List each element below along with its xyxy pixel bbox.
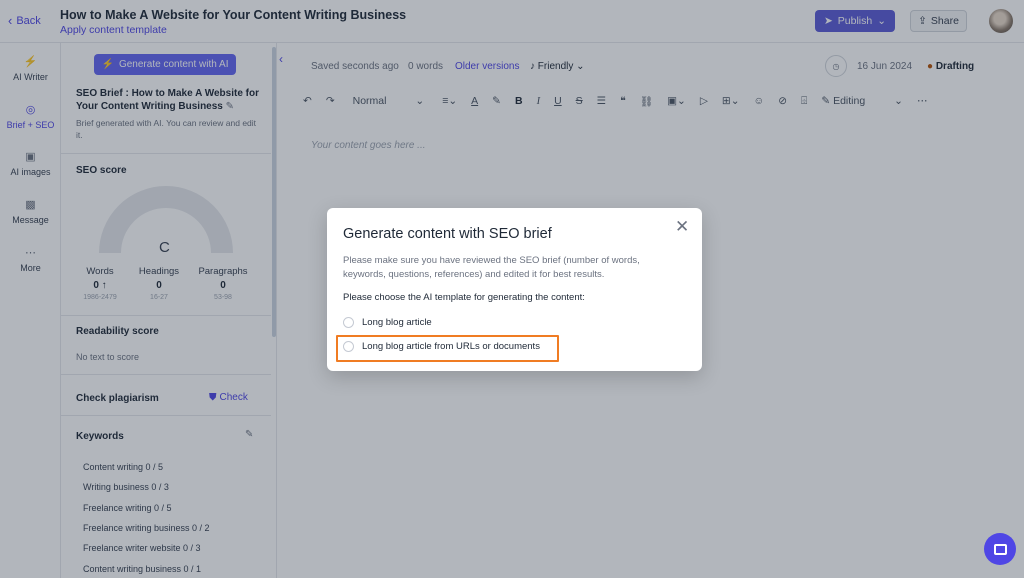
- chat-button[interactable]: [984, 533, 1016, 565]
- radio-button[interactable]: [343, 317, 354, 328]
- dialog-question: Please choose the AI template for genera…: [343, 292, 585, 303]
- dialog-title: Generate content with SEO brief: [343, 226, 552, 242]
- option-long-blog-article[interactable]: Long blog article: [343, 317, 432, 328]
- close-icon[interactable]: ✕: [675, 218, 689, 235]
- chat-icon: [993, 543, 1007, 555]
- option-label: Long blog article: [362, 317, 432, 328]
- highlight-box: [336, 335, 559, 362]
- dialog-description: Please make sure you have reviewed the S…: [343, 255, 640, 280]
